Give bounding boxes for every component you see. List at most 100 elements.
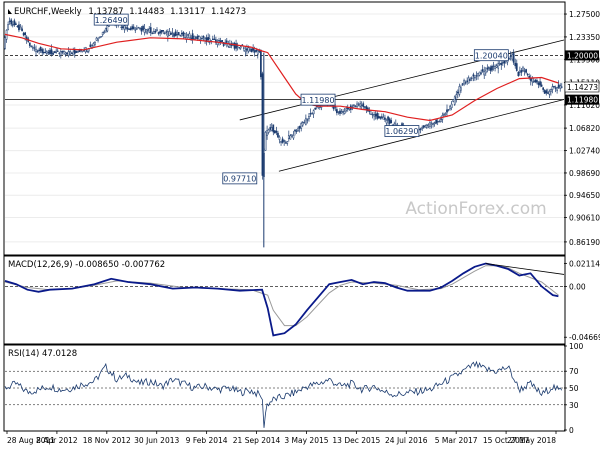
candle-body — [382, 116, 385, 120]
candle-body — [36, 50, 39, 52]
x-axis-date-label: 3 May 2015 — [284, 436, 328, 445]
candle-body — [542, 87, 545, 90]
price-title-text: EURCHF,Weekly 1.13787 1.14483 1.13117 1.… — [14, 7, 246, 17]
candle-body — [53, 51, 56, 54]
candle-body — [13, 20, 16, 26]
rsi-y-tick-label: 30 — [569, 401, 579, 410]
candle-body — [551, 86, 554, 90]
candle-body — [384, 117, 386, 120]
candle-body — [281, 138, 284, 143]
candle-body — [163, 32, 166, 34]
candle-body — [242, 47, 245, 49]
candle-body — [362, 103, 365, 107]
candle-body — [475, 75, 478, 77]
current-price-tag: 1.14273 — [564, 81, 600, 93]
candle-body — [519, 70, 521, 73]
candle-body — [494, 66, 496, 69]
candle-body — [432, 123, 434, 125]
candle-body — [484, 70, 487, 74]
candle-body — [278, 136, 281, 140]
candle-body — [159, 31, 161, 34]
candle-body — [258, 50, 261, 52]
candle-body — [55, 50, 58, 53]
candle-body — [238, 47, 241, 49]
candle-body — [46, 51, 48, 54]
candle-body — [59, 51, 62, 56]
candle-body — [39, 46, 42, 51]
candle-body — [286, 141, 289, 144]
price-y-tick-label: 0.98690 — [569, 169, 600, 178]
candle-body — [66, 52, 68, 55]
candle-body — [153, 31, 155, 34]
candle-body — [173, 33, 175, 37]
candle-body — [436, 121, 439, 123]
candle-body — [143, 28, 146, 33]
candle-body — [356, 103, 358, 108]
candle-body — [280, 141, 282, 143]
candle-body — [550, 88, 552, 92]
candle-body — [292, 135, 295, 139]
chart-window: ActionForex.com 1.26490 1.11980 1.06290 1.2… — [0, 0, 600, 450]
candle-body — [277, 132, 279, 138]
candle-body — [267, 129, 270, 133]
candle-body — [122, 26, 124, 29]
candle-body — [73, 49, 76, 54]
candle-body — [190, 37, 192, 39]
candle-body — [446, 109, 448, 113]
candle-body — [360, 104, 363, 106]
candle-body — [532, 80, 535, 83]
candle-body — [385, 120, 388, 124]
candle-body — [497, 63, 500, 69]
candle-body — [308, 116, 310, 119]
annotation-text: 1.26490 — [95, 16, 128, 25]
candle-body — [229, 44, 231, 48]
macd-y-tick-label: 0.021146 — [569, 259, 600, 268]
candle-body — [44, 51, 47, 53]
candle-body — [50, 49, 53, 54]
candle-body — [353, 104, 355, 106]
candle-body — [512, 53, 515, 63]
candle-body — [376, 112, 379, 119]
candle-body — [260, 49, 262, 78]
candle-body — [253, 50, 256, 53]
annotation-label: 0.97710 — [222, 172, 258, 185]
candle-body — [156, 29, 158, 31]
price-level-tag-text: 1.11980 — [567, 96, 598, 105]
candle-body — [291, 134, 293, 137]
candle-body — [126, 27, 129, 30]
candle-body — [477, 73, 479, 77]
candle-body — [424, 125, 427, 128]
annotation-label: 1.11980 — [300, 93, 336, 106]
candle-body — [196, 36, 199, 39]
candle-body — [187, 34, 189, 36]
candle-body — [556, 87, 558, 91]
candle-body — [135, 28, 138, 30]
candle-body — [348, 107, 351, 110]
candle-body — [387, 116, 389, 121]
candle-body — [342, 111, 344, 113]
x-axis-date-label: 8 Apr 2012 — [36, 436, 78, 445]
annotation-text: 1.11980 — [301, 96, 334, 105]
candle-body — [166, 31, 169, 37]
candle-body — [264, 132, 267, 151]
candle-body — [340, 111, 343, 114]
rsi-y-tick-label: 0 — [569, 426, 574, 435]
rsi-panel-frame — [3, 344, 566, 432]
candle-body — [430, 123, 433, 125]
x-axis-date-label: 9 Feb 2014 — [186, 436, 228, 445]
candle-body — [100, 36, 103, 38]
candle-body — [47, 52, 50, 54]
candle-body — [247, 47, 250, 52]
candle-body — [345, 108, 348, 111]
candle-body — [297, 127, 299, 132]
candle-body — [453, 96, 456, 105]
candle-body — [18, 24, 20, 31]
candle-body — [469, 78, 472, 81]
candle-body — [235, 43, 237, 49]
candle-body — [275, 130, 278, 133]
macd-y-tick-label: 0.00 — [569, 282, 586, 291]
annotation-label: 1.20040 — [473, 49, 509, 62]
candle-body — [148, 28, 151, 33]
candle-body — [422, 125, 425, 128]
candle-body — [303, 121, 306, 124]
